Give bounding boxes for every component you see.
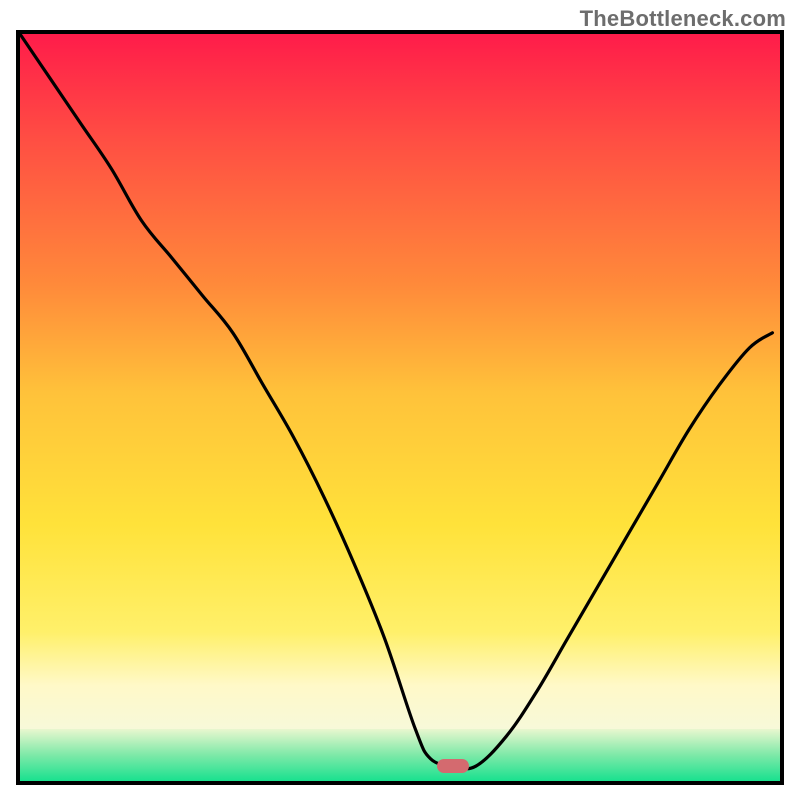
chart-border (16, 30, 784, 785)
chart-container: TheBottleneck.com (0, 0, 800, 800)
watermark-text: TheBottleneck.com (580, 6, 786, 32)
